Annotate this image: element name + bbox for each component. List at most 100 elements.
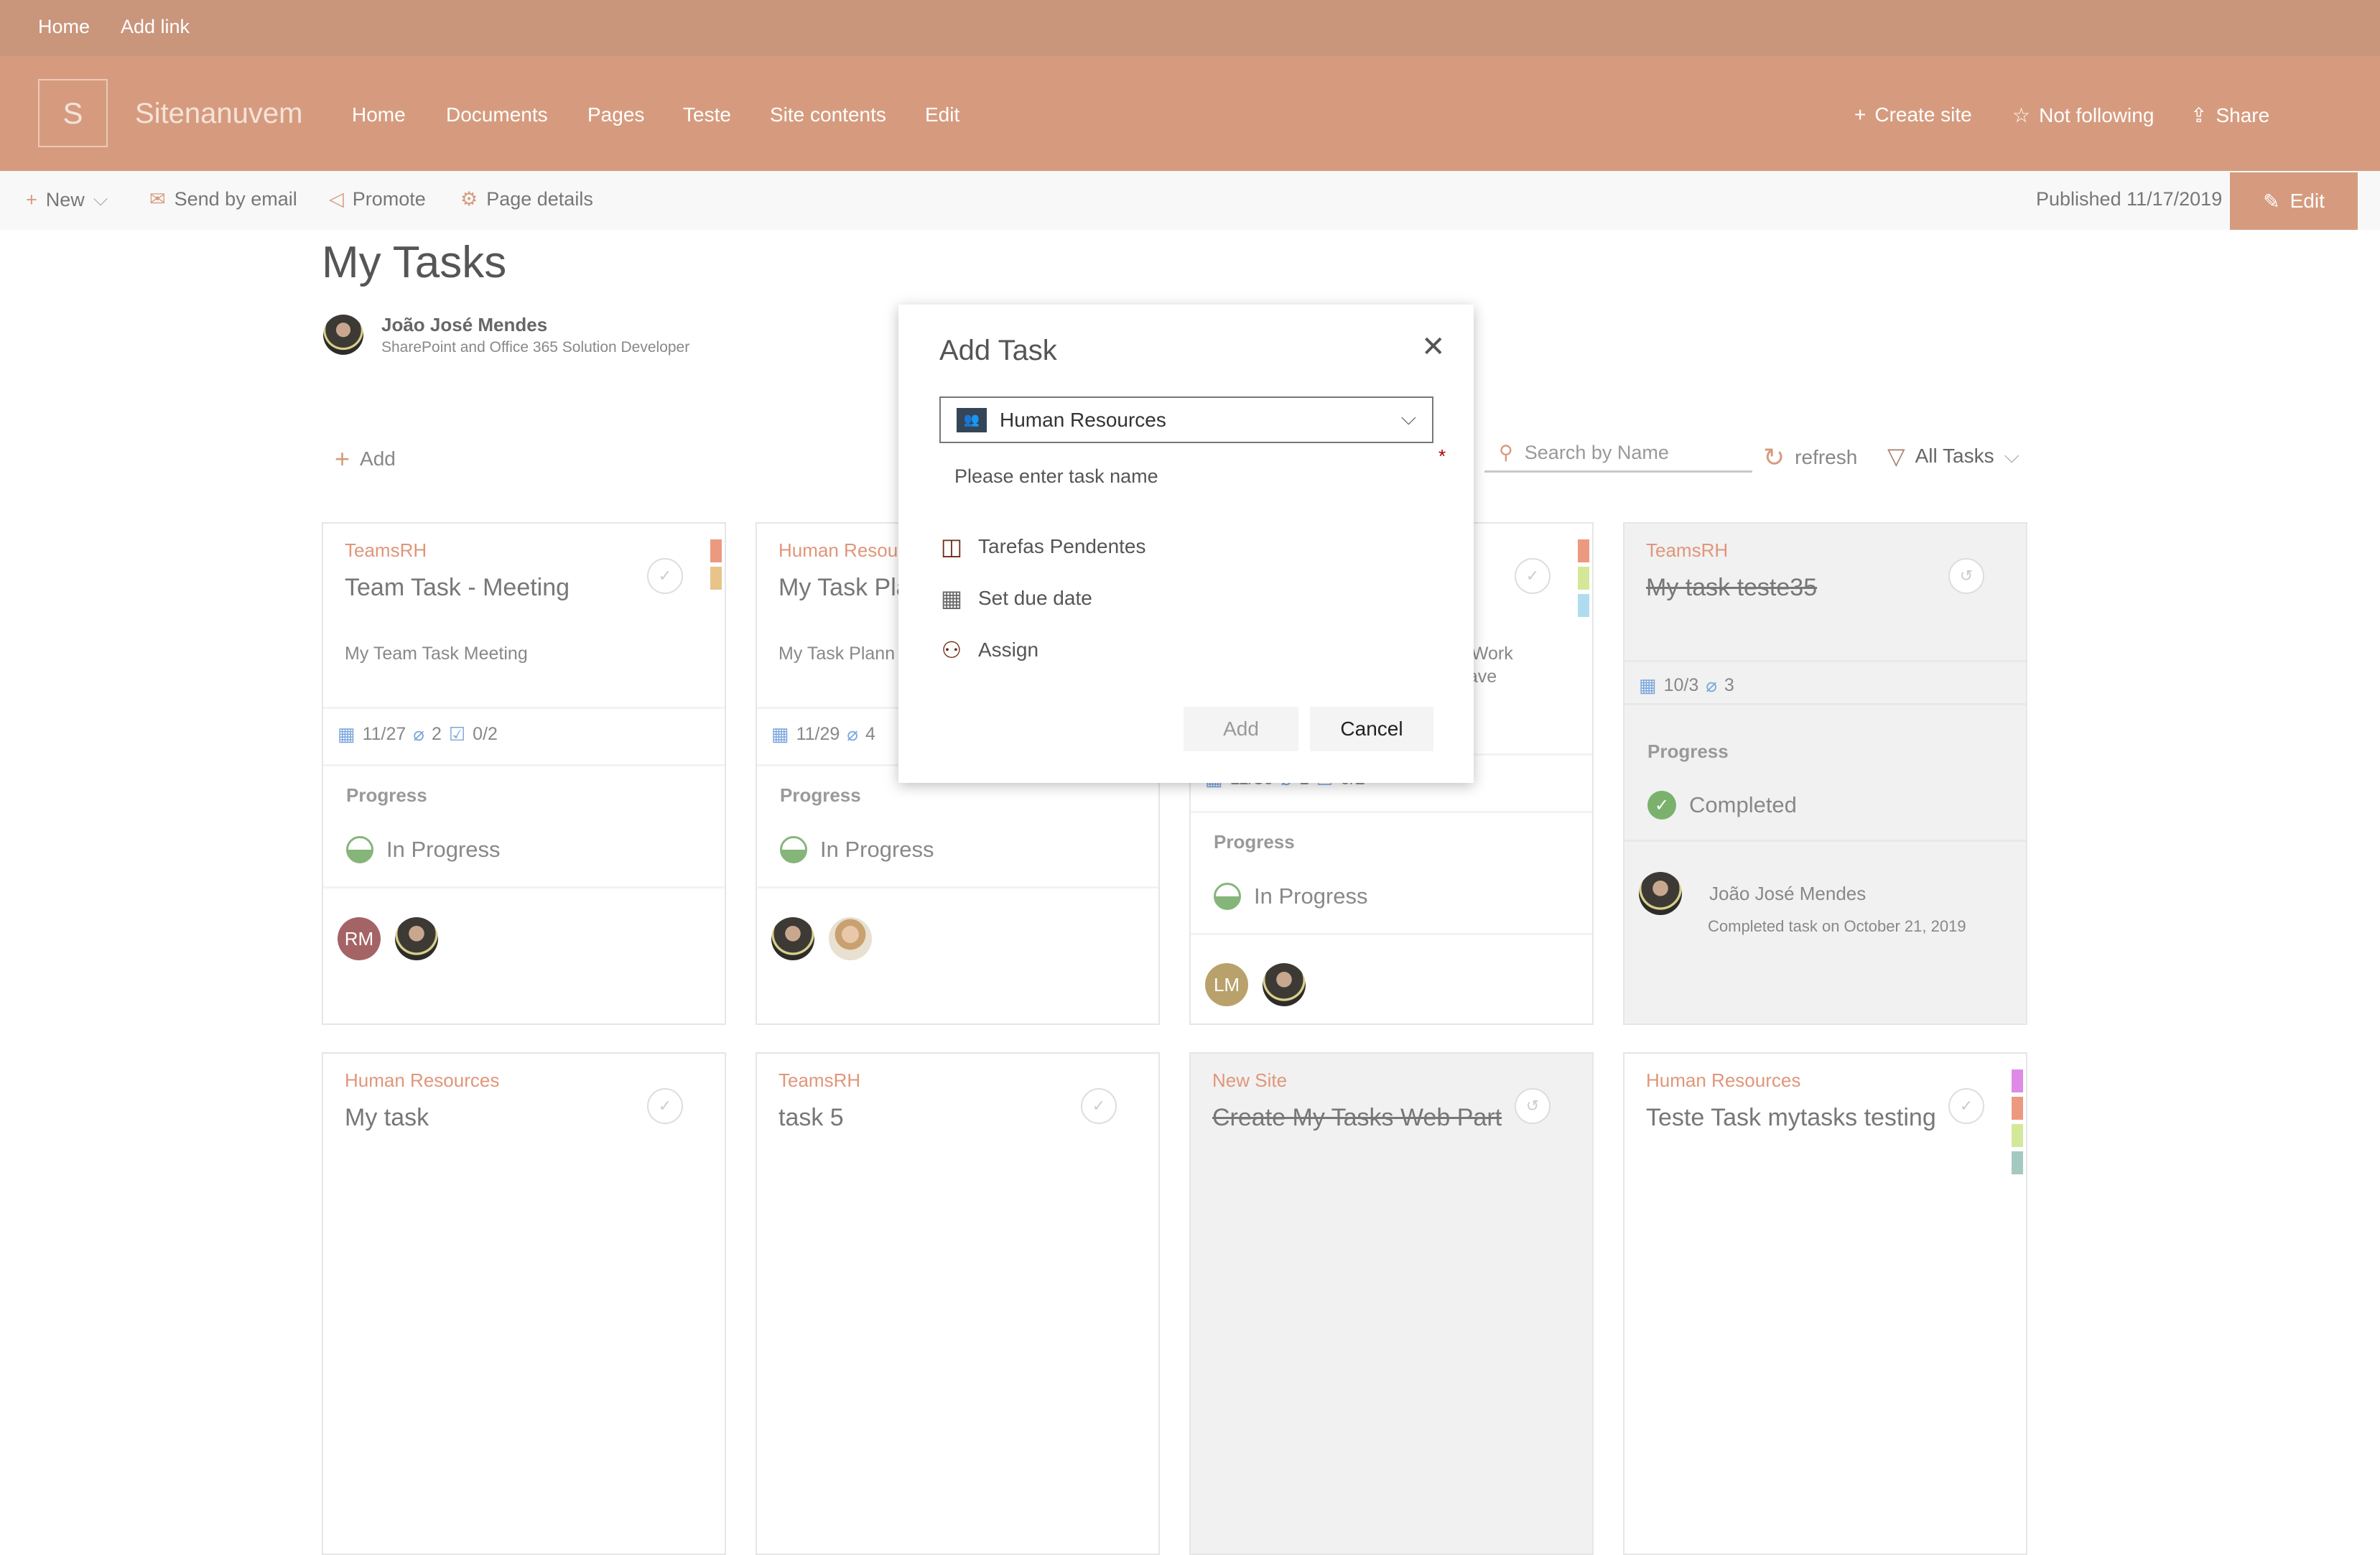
task-card-completed[interactable]: TeamsRH My task teste35 ↺ ▦ 10/3 ⌀ 3 Progre…	[1623, 522, 2027, 1025]
group-dropdown[interactable]: 👥 Human Resources ⌵	[939, 396, 1433, 443]
task-description: My Team Task Meeting	[345, 644, 528, 664]
board-icon: ◫	[940, 534, 963, 560]
refresh-button[interactable]: ↻ refresh	[1763, 442, 1857, 473]
progress-label: Progress	[1214, 831, 1295, 853]
label-bars	[2012, 1069, 2023, 1179]
paperclip-icon: ⌀	[413, 723, 424, 745]
task-title[interactable]: Teste Task mytasks testing	[1646, 1104, 1936, 1132]
undo-icon[interactable]: ↺	[1948, 558, 1984, 594]
search-input[interactable]	[1524, 442, 1740, 464]
assign-picker[interactable]: ⚇ Assign	[939, 636, 1038, 664]
suite-link-add[interactable]: Add link	[121, 16, 190, 38]
refresh-icon: ↻	[1763, 442, 1785, 472]
chevron-down-icon: ⌵	[1400, 407, 1416, 429]
task-title[interactable]: My Task Pla	[778, 574, 910, 602]
chevron-down-icon: ⌵	[2004, 444, 2019, 467]
share-button[interactable]: ⇪ Share	[2190, 103, 2269, 127]
suite-bar: Home Add link	[0, 0, 2380, 56]
task-category: Human Resou	[778, 539, 898, 561]
complete-check-icon[interactable]: ✓	[647, 1088, 683, 1124]
share-icon: ⇪	[2190, 104, 2208, 126]
task-status: In Progress	[1214, 883, 1368, 910]
page-title: My Tasks	[322, 238, 507, 287]
plus-icon: +	[26, 188, 37, 210]
task-card[interactable]: Human Resources My task ✓	[322, 1052, 726, 1555]
edit-button[interactable]: ✎ Edit	[2230, 172, 2358, 230]
calendar-icon: ▦	[771, 723, 789, 745]
megaphone-icon: ◁	[329, 188, 344, 210]
author-name: João José Mendes	[381, 314, 548, 335]
task-status: In Progress	[780, 836, 934, 863]
assignee-avatar	[395, 917, 438, 960]
in-progress-icon	[1214, 883, 1241, 910]
due-date-picker[interactable]: ▦ Set due date	[939, 585, 1092, 612]
task-title[interactable]: Create My Tasks Web Part	[1212, 1104, 1502, 1132]
published-status: Published 11/17/2019	[2036, 188, 2223, 210]
nav-home[interactable]: Home	[352, 103, 406, 126]
nav-teste[interactable]: Teste	[683, 103, 731, 126]
page-details-button[interactable]: ⚙ Page details	[460, 188, 593, 210]
group-icon: 👥	[957, 407, 987, 432]
progress-label: Progress	[780, 784, 861, 806]
progress-label: Progress	[1647, 741, 1729, 762]
add-task-button[interactable]: + Add	[335, 444, 396, 474]
nav-site-contents[interactable]: Site contents	[770, 103, 886, 126]
create-site-button[interactable]: + Create site	[1854, 103, 1972, 126]
new-button[interactable]: + New ⌵	[26, 188, 108, 211]
nav-pages[interactable]: Pages	[587, 103, 644, 126]
task-category: TeamsRH	[778, 1069, 861, 1091]
calendar-icon: ▦	[338, 723, 355, 745]
add-person-icon: ⚇	[941, 637, 962, 663]
complete-check-icon[interactable]: ✓	[1081, 1088, 1117, 1124]
task-card[interactable]: TeamsRH Team Task - Meeting ✓ My Team Ta…	[322, 522, 726, 1025]
calendar-icon: ▦	[940, 585, 963, 611]
undo-icon[interactable]: ↺	[1515, 1088, 1551, 1124]
plus-icon: +	[335, 444, 350, 473]
star-icon: ☆	[2012, 104, 2031, 126]
suite-link-home[interactable]: Home	[38, 16, 90, 38]
send-email-button[interactable]: ✉ Send by email	[149, 188, 297, 210]
task-description: My Task Plann	[778, 644, 896, 664]
cancel-button[interactable]: Cancel	[1310, 707, 1433, 751]
filter-dropdown[interactable]: ▽ All Tasks ⌵	[1887, 442, 2019, 470]
site-name[interactable]: Sitenanuvem	[135, 98, 302, 130]
follow-button[interactable]: ☆ Not following	[2012, 103, 2154, 127]
site-logo[interactable]: S	[38, 79, 108, 147]
task-title[interactable]: My task	[345, 1104, 429, 1132]
bucket-picker[interactable]: ◫ Tarefas Pendentes	[939, 533, 1146, 560]
task-title[interactable]: My task teste35	[1646, 574, 1817, 602]
promote-button[interactable]: ◁ Promote	[329, 188, 426, 210]
completed-check-icon: ✓	[1647, 791, 1676, 820]
in-progress-icon	[346, 836, 373, 863]
plus-icon: +	[1854, 103, 1867, 126]
label-bars	[710, 539, 722, 594]
assignee-avatar	[771, 917, 814, 960]
task-meta: ▦ 11/29 ⌀ 4	[771, 723, 875, 745]
nav-documents[interactable]: Documents	[446, 103, 548, 126]
search-icon: ⚲	[1499, 442, 1513, 463]
calendar-icon: ▦	[1639, 674, 1657, 696]
paperclip-icon: ⌀	[1706, 674, 1717, 696]
task-category: Human Resources	[345, 1069, 500, 1091]
task-card[interactable]: TeamsRH task 5 ✓	[756, 1052, 1160, 1555]
complete-check-icon[interactable]: ✓	[1948, 1088, 1984, 1124]
add-button[interactable]: Add	[1184, 707, 1298, 751]
author-avatar	[323, 315, 363, 355]
task-title[interactable]: task 5	[778, 1104, 844, 1132]
assignee-avatar: LM	[1205, 963, 1248, 1006]
site-header: S Sitenanuvem Home Documents Pages Teste…	[0, 56, 2380, 171]
task-status: In Progress	[346, 836, 501, 863]
required-indicator: *	[1438, 445, 1446, 467]
task-name-input[interactable]	[954, 465, 1428, 488]
task-category: New Site	[1212, 1069, 1288, 1091]
task-title[interactable]: Team Task - Meeting	[345, 574, 570, 602]
task-card-completed[interactable]: New Site Create My Tasks Web Part ↺	[1189, 1052, 1594, 1555]
task-card[interactable]: Human Resources Teste Task mytasks testi…	[1623, 1052, 2027, 1555]
close-icon[interactable]: ✕	[1421, 330, 1446, 363]
dialog-title: Add Task	[939, 335, 1057, 366]
label-bars	[1578, 539, 1589, 621]
search-box[interactable]: ⚲	[1484, 435, 1752, 473]
nav-edit[interactable]: Edit	[925, 103, 959, 126]
complete-check-icon[interactable]: ✓	[647, 558, 683, 594]
complete-check-icon[interactable]: ✓	[1515, 558, 1551, 594]
